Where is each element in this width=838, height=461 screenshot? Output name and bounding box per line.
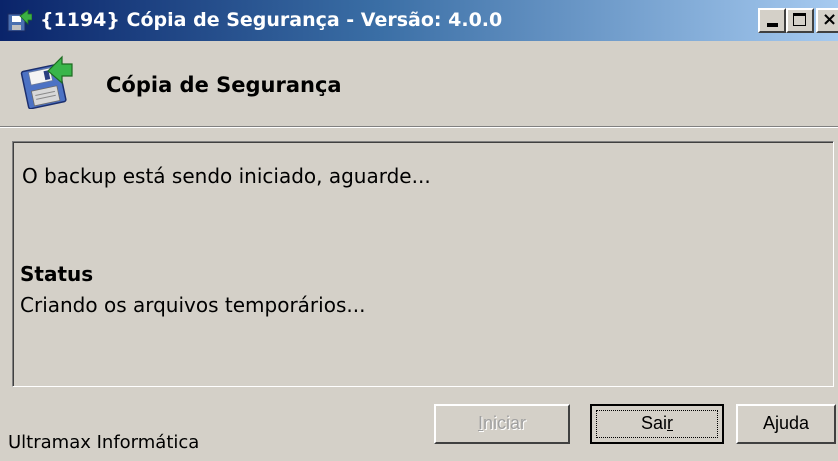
status-label: Status <box>20 262 94 286</box>
help-button[interactable]: Ajuda <box>736 404 836 444</box>
progress-message: O backup está sendo iniciado, aguarde... <box>22 164 431 188</box>
maximize-button[interactable] <box>786 8 814 33</box>
minimize-icon <box>767 23 778 27</box>
header-divider <box>0 126 838 128</box>
close-icon: × <box>822 9 838 30</box>
exit-button[interactable]: Sair <box>590 404 724 444</box>
start-button[interactable]: Iniciar <box>434 404 570 444</box>
company-label: Ultramax Informática <box>8 432 200 453</box>
app-icon <box>7 9 32 32</box>
start-button-rest: niciar <box>483 413 527 433</box>
title-bar[interactable]: {1194} Cópia de Segurança - Versão: 4.0.… <box>0 0 838 41</box>
close-button[interactable]: × <box>816 8 838 33</box>
minimize-button[interactable] <box>758 8 786 33</box>
exit-button-prefix: Sai <box>640 413 667 433</box>
exit-button-accel: r <box>667 413 673 433</box>
status-text: Criando os arquivos temporários... <box>20 293 366 317</box>
window-title: {1194} Cópia de Segurança - Versão: 4.0.… <box>40 9 503 31</box>
maximize-icon <box>793 13 806 26</box>
page-title: Cópia de Segurança <box>106 73 342 97</box>
floppy-disk-arrow-icon <box>20 55 73 109</box>
